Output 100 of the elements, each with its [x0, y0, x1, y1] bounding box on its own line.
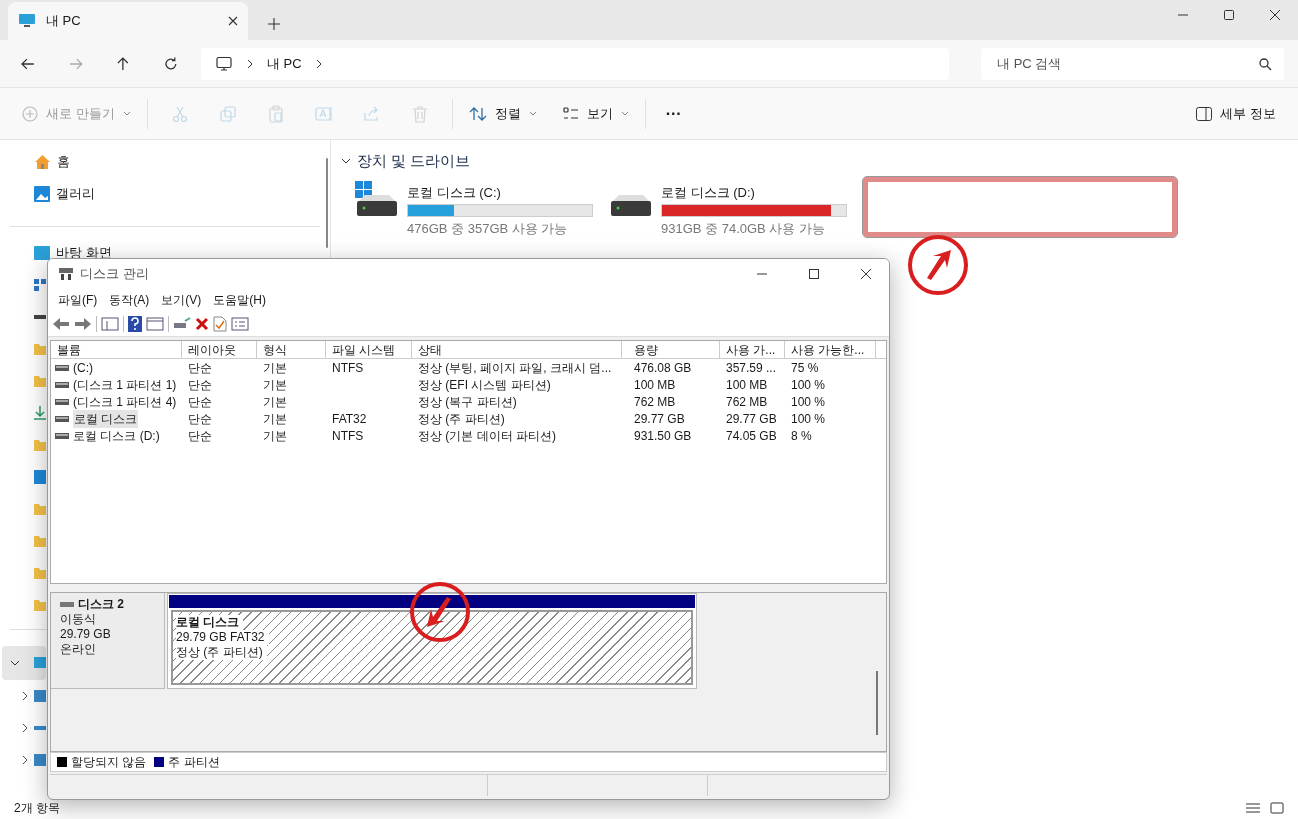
column-header[interactable]: 형식 [257, 341, 326, 358]
properties-icon[interactable] [231, 316, 249, 331]
folder-icon [34, 375, 46, 387]
table-cell: 단순 [188, 377, 212, 392]
column-header[interactable]: 사용 가능한... [785, 341, 876, 358]
table-row[interactable]: 로컬 디스크 단순 기본 FAT32 정상 (주 파티션) 29.77 GB 29.77 GB 100 % [51, 410, 886, 427]
menu-item[interactable]: 도움말(H) [207, 291, 272, 309]
table-cell: 762 MB [634, 394, 676, 409]
console-tree-icon[interactable] [101, 316, 119, 331]
drive-free-space: 931GB 중 74.0GB 사용 가능 [661, 220, 826, 238]
table-cell: 정상 (주 파티션) [418, 411, 505, 426]
column-header[interactable]: 용량 [622, 341, 720, 358]
details-view-icon[interactable] [1246, 802, 1260, 814]
table-cell: 29.77 GB [634, 411, 685, 426]
table-cell: 100 MB [634, 377, 676, 392]
search-icon[interactable] [1258, 56, 1272, 71]
item-count: 2개 항목 [14, 800, 60, 817]
details-pane-icon [1196, 106, 1213, 121]
sort-icon [468, 105, 487, 122]
table-cell: 정상 (기본 데이터 파티션) [418, 428, 556, 443]
chevron-right-icon[interactable] [22, 723, 28, 733]
table-cell: 100 % [791, 377, 826, 392]
close-icon[interactable] [228, 16, 238, 26]
table-cell: NTFS [332, 428, 364, 443]
disk-info-panel[interactable]: 디스크 2 이동식 29.79 GB 온라인 [51, 593, 165, 689]
details-button[interactable]: 세부 정보 [1188, 96, 1284, 131]
column-header[interactable]: 사용 가... [720, 341, 785, 358]
caret-icon [620, 110, 629, 117]
close-icon[interactable] [1270, 10, 1280, 20]
table-cell: 100 % [791, 394, 826, 409]
tiles-view-icon[interactable] [1270, 802, 1284, 814]
table-cell: 762 MB [726, 394, 768, 409]
drive-name: 로컬 디스크 (C:) [407, 183, 502, 202]
volume-icon [55, 364, 69, 371]
download-icon [34, 406, 46, 420]
table-cell: 기본 [263, 377, 287, 392]
table-cell: 단순 [188, 411, 212, 426]
forward-arrow-icon[interactable] [74, 316, 92, 331]
maximize-icon[interactable] [1224, 10, 1234, 20]
column-header[interactable]: 상태 [412, 341, 622, 358]
chevron-icon[interactable] [246, 58, 253, 69]
window-title: 디스크 관리 [80, 265, 149, 284]
chevron-right-icon[interactable] [22, 691, 28, 701]
more-button[interactable]: ··· [653, 96, 694, 131]
menu-item[interactable]: 동작(A) [103, 291, 156, 309]
chevron-right-icon[interactable] [22, 755, 28, 765]
sort-button[interactable]: 정렬 [460, 96, 545, 131]
view-list-icon [562, 105, 579, 122]
search-field[interactable]: 내 PC 검색 [981, 47, 1284, 80]
table-cell: 931.50 GB [634, 428, 692, 443]
house-icon [34, 154, 51, 170]
arrow-marker-icon [409, 581, 471, 643]
sidebar-item[interactable]: 홈 [34, 152, 330, 172]
drive-tile[interactable]: 로컬 디스크 (D:) 931GB 중 74.0GB 사용 가능 [609, 180, 847, 239]
table-cell: 단순 [188, 394, 212, 409]
help-icon[interactable] [128, 315, 142, 332]
table-cell: 단순 [188, 428, 212, 443]
menu-item[interactable]: 파일(F) [52, 291, 104, 309]
breadcrumb[interactable]: 내 PC [266, 53, 302, 74]
table-cell-text: (디스크 1 파티션 4) [73, 393, 177, 411]
maximize-icon[interactable] [809, 269, 819, 279]
partition-block[interactable]: 로컬 디스크 29.79 GB FAT32 정상 (주 파티션) [167, 593, 697, 689]
partition-status: 정상 (주 파티션) [176, 645, 267, 660]
table-cell-text: (디스크 1 파티션 1) [73, 376, 177, 394]
table-cell: 기본 [263, 428, 287, 443]
chevron-down-icon[interactable] [10, 660, 20, 666]
delete-x-icon[interactable] [195, 316, 209, 331]
pane-icon[interactable] [146, 316, 164, 331]
disk-type: 이동식 [60, 612, 97, 627]
table-cell: 기본 [263, 360, 287, 375]
arrow-marker-icon [907, 234, 969, 296]
disk-name: 디스크 2 [78, 597, 124, 612]
column-header[interactable]: 파일 시스템 [326, 341, 412, 358]
menu-item[interactable]: 보기(V) [155, 291, 208, 309]
refresh-icon[interactable] [163, 55, 179, 72]
column-header[interactable]: 볼륨 [51, 341, 182, 358]
sidebar-item[interactable]: 갤러리 [34, 184, 330, 204]
tab[interactable]: 내 PC [8, 2, 248, 40]
table-row[interactable]: (디스크 1 파티션 1) 단순 기본 정상 (EFI 시스템 파티션) 100 MB 100 MB 100 % [51, 376, 886, 393]
chevron-icon[interactable] [315, 58, 322, 69]
connect-drive-icon[interactable] [173, 316, 191, 331]
address-bar[interactable]: 내 PC [200, 47, 949, 80]
plus-icon[interactable] [268, 18, 280, 30]
checklist-icon[interactable] [213, 315, 227, 332]
table-row[interactable]: 로컬 디스크 (D:) 단순 기본 NTFS 정상 (기본 데이터 파티션) 931.50 GB 74.05 GB 8 % [51, 427, 886, 444]
folder-icon [34, 503, 46, 515]
table-row[interactable]: (디스크 1 파티션 4) 단순 기본 정상 (복구 파티션) 762 MB 762 MB 100 % [51, 393, 886, 410]
table-cell: FAT32 [332, 411, 367, 426]
table-cell: 100 MB [726, 377, 768, 392]
table-cell: 정상 (EFI 시스템 파티션) [418, 377, 551, 392]
drive-tile[interactable]: 로컬 디스크 (C:) 476GB 중 357GB 사용 가능 [355, 180, 593, 239]
table-row[interactable]: (C:) 단순 기본 NTFS 정상 (부팅, 페이지 파일, 크래시 덤... 476.08 GB 357.59 ... 75 % [51, 359, 886, 376]
column-header[interactable]: 레이아웃 [182, 341, 257, 358]
close-icon[interactable] [861, 269, 871, 279]
section-header[interactable]: 장치 및 드라이브 [341, 150, 1298, 173]
plus-circle-icon [22, 105, 38, 122]
table-cell: 8 % [791, 428, 812, 443]
view-button[interactable]: 보기 [554, 96, 637, 131]
desktop-icon [34, 246, 50, 260]
volume-icon [55, 398, 69, 405]
